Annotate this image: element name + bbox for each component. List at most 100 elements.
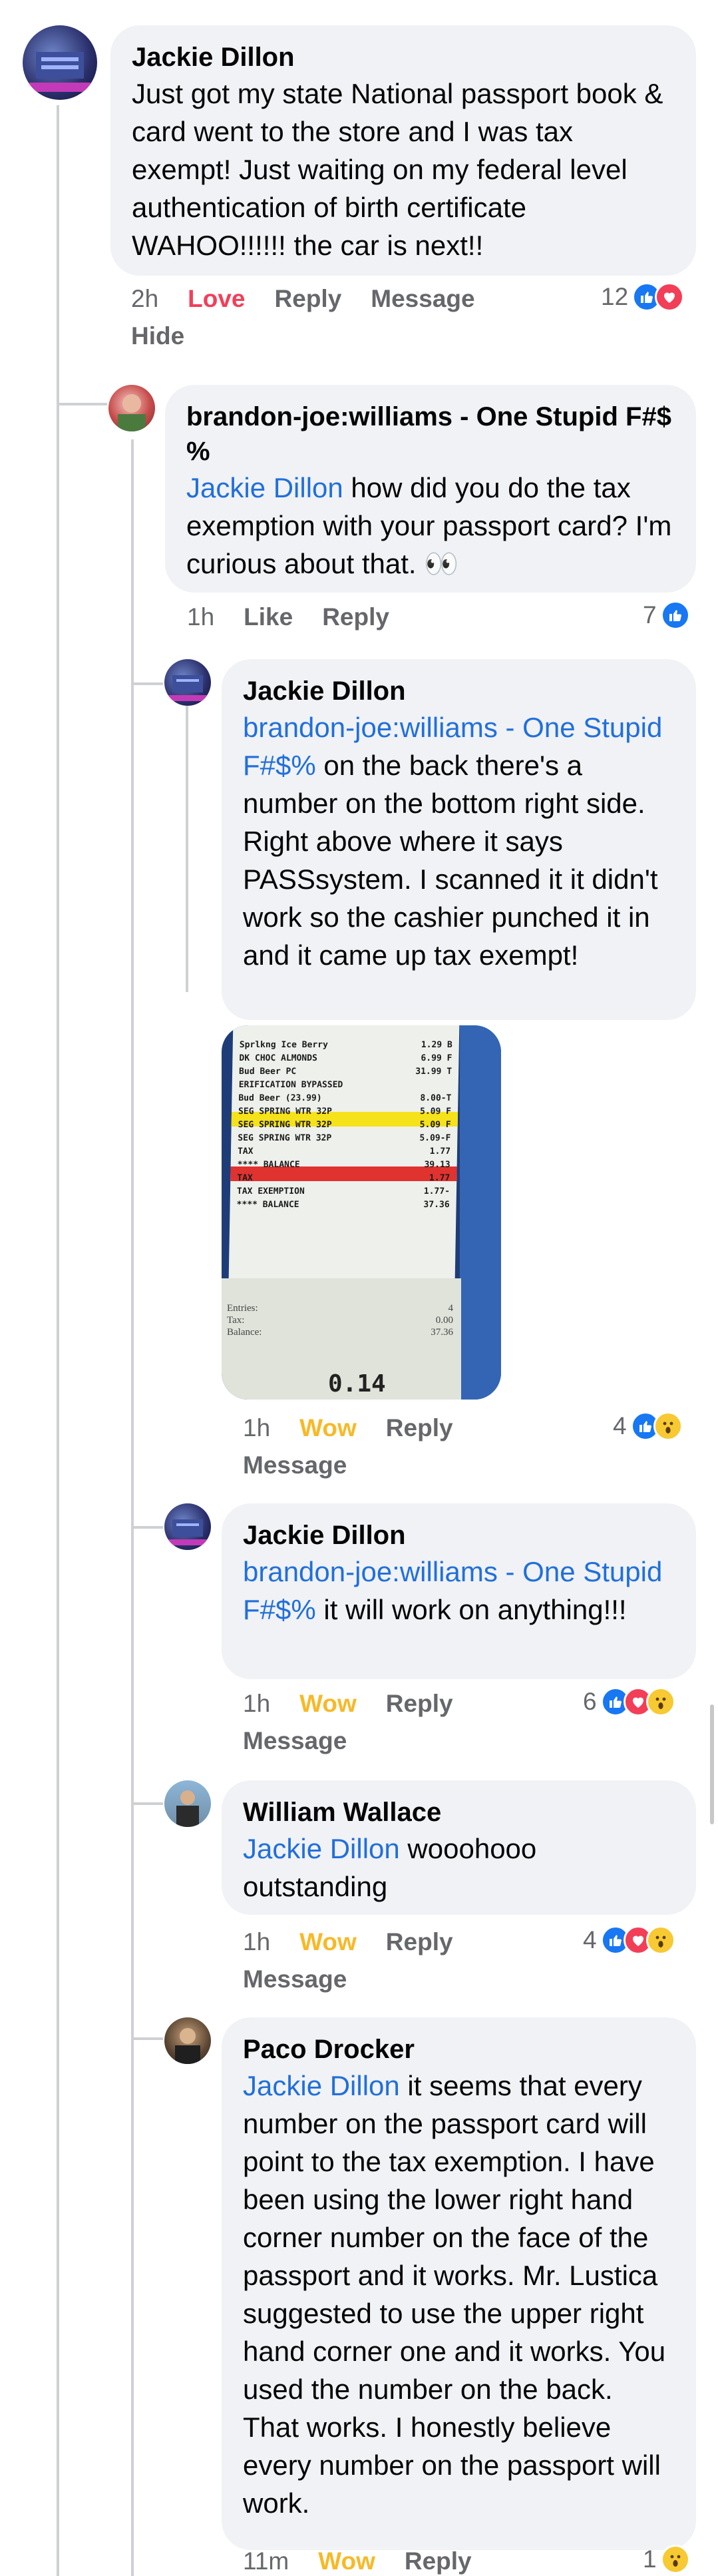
comment-text-body: it seems that every number on the passpo…: [243, 2070, 666, 2519]
comment-time[interactable]: 11m: [243, 2547, 289, 2575]
reaction-count: 12: [601, 283, 629, 310]
avatar-jackie-dillon[interactable]: [164, 1503, 211, 1550]
wow-face-icon: [645, 1687, 675, 1716]
thumbs-up-icon: [660, 601, 690, 630]
reply-button[interactable]: Reply: [386, 1690, 453, 1717]
summary-value: 4: [448, 1303, 454, 1314]
love-reaction-button[interactable]: Love: [188, 285, 245, 312]
receipt-line-item: TAX: [237, 1173, 253, 1183]
receipt-line-item: DK CHOC ALMONDS: [239, 1053, 317, 1063]
receipt-line-item: ERIFICATION BYPASSED: [238, 1080, 343, 1090]
reply-button[interactable]: Reply: [275, 285, 342, 312]
reaction-summary[interactable]: 4: [613, 1412, 683, 1441]
reply-button[interactable]: Reply: [386, 1414, 453, 1441]
comment-author[interactable]: Paco Drocker: [243, 2032, 675, 2067]
receipt-line-item: TAX EXEMPTION: [236, 1186, 305, 1196]
receipt-line-amount: 1.77: [429, 1147, 451, 1157]
comment-actions: 2h Love Reply Message: [131, 285, 504, 313]
receipt-line-amount: 5.09 F: [419, 1107, 452, 1117]
receipt-line: Bud Beer (23.99) 8.00-T: [238, 1092, 451, 1105]
comment-actions: 1h Wow Reply: [243, 1690, 482, 1718]
receipt-line-item: SEG SPRING WTR 32P: [238, 1107, 333, 1117]
comment-actions: 1h Like Reply: [187, 603, 419, 631]
hide-button[interactable]: Hide: [131, 322, 184, 350]
receipt-line: Sprlkng Ice Berry 1.29 B: [240, 1039, 452, 1052]
wow-reaction-button[interactable]: Wow: [299, 1414, 357, 1441]
receipt-line-amount: 1.77: [429, 1173, 450, 1183]
receipt-summary-line: Tax: 0.00: [227, 1314, 453, 1326]
comment-time[interactable]: 1h: [243, 1928, 270, 1955]
comment-author[interactable]: brandon-joe:williams - One Stupid F#$ %: [186, 399, 675, 469]
comment-text: brandon-joe:williams - One Stupid F#$% o…: [243, 708, 675, 974]
mention-link[interactable]: Jackie Dillon: [243, 1833, 400, 1864]
receipt-line: **** BALANCE 37.36: [236, 1198, 449, 1212]
wow-reaction-button[interactable]: Wow: [299, 1928, 357, 1955]
receipt-line-item: Sprlkng Ice Berry: [239, 1040, 328, 1050]
comment-author[interactable]: Jackie Dillon: [243, 674, 675, 708]
reaction-summary[interactable]: 4: [583, 1926, 675, 1955]
summary-value: 37.36: [431, 1327, 453, 1338]
comment-author[interactable]: Jackie Dillon: [132, 40, 675, 75]
comment-time[interactable]: 1h: [187, 603, 214, 631]
terminal-screen: Entries: 4 Tax: 0.00 Balance: 37.36 0.14: [222, 1278, 461, 1400]
comment-bubble: William Wallace Jackie Dillon wooohooo o…: [222, 1780, 696, 1915]
reaction-summary[interactable]: 7: [643, 601, 690, 630]
receipt-line: TAX 1.77: [237, 1172, 450, 1185]
terminal-display-value: 0.14: [328, 1370, 386, 1398]
receipt-line-amount: 8.00-T: [420, 1093, 452, 1103]
comment-text: Jackie Dillon wooohooo outstanding: [243, 1830, 675, 1906]
comment-time[interactable]: 1h: [243, 1414, 270, 1441]
avatar-william-wallace[interactable]: [164, 1780, 211, 1827]
avatar-jackie-dillon[interactable]: [23, 25, 97, 100]
message-button[interactable]: Message: [243, 1451, 347, 1479]
comment-actions: 1h Wow Reply: [243, 1414, 482, 1442]
wow-reaction-button[interactable]: Wow: [318, 2547, 375, 2575]
message-button[interactable]: Message: [243, 1727, 347, 1755]
avatar-jackie-dillon[interactable]: [164, 659, 211, 706]
like-button[interactable]: Like: [244, 603, 293, 631]
message-button[interactable]: Message: [371, 285, 474, 312]
scrollbar-thumb[interactable]: [710, 1704, 714, 1824]
terminal-frame: [460, 1025, 501, 1400]
comment-author[interactable]: Jackie Dillon: [243, 1518, 675, 1553]
summary-value: 0.00: [435, 1315, 453, 1326]
comment-actions: 11m Wow Reply: [243, 2547, 501, 2575]
comment-time[interactable]: 2h: [131, 285, 158, 312]
heart-icon: [655, 282, 685, 312]
mention-link[interactable]: Jackie Dillon: [186, 472, 343, 503]
thread-branch-reply2: [131, 682, 163, 685]
reaction-summary[interactable]: 1: [643, 2545, 690, 2574]
wow-face-icon: [653, 1412, 683, 1441]
comment-bubble: Jackie Dillon brandon-joe:williams - One…: [222, 1503, 696, 1679]
reply-button[interactable]: Reply: [386, 1928, 453, 1955]
receipt-line: TAX 1.77: [238, 1145, 450, 1159]
summary-label: Balance:: [227, 1327, 262, 1338]
comment-time[interactable]: 1h: [243, 1690, 270, 1717]
receipt-line-item: **** BALANCE: [236, 1200, 299, 1210]
thread-branch-reply3: [131, 1526, 163, 1529]
reply-button[interactable]: Reply: [322, 603, 389, 631]
comment-text: Just got my state National passport book…: [132, 78, 663, 261]
mention-link[interactable]: Jackie Dillon: [243, 2070, 400, 2101]
avatar-brandon-joe-williams[interactable]: [108, 385, 155, 431]
receipt-lines: Sprlkng Ice Berry 1.29 B DK CHOC ALMONDS 6.…: [236, 1039, 452, 1212]
receipt-photo[interactable]: Sprlkng Ice Berry 1.29 B DK CHOC ALMONDS 6.…: [222, 1025, 501, 1400]
avatar-paco-drocker[interactable]: [164, 2017, 211, 2064]
reply-button[interactable]: Reply: [405, 2547, 472, 2575]
comment-bubble: Paco Drocker Jackie Dillon it seems that…: [222, 2017, 696, 2550]
receipt-line-item: Bud Beer (23.99): [238, 1093, 322, 1103]
message-button[interactable]: Message: [243, 1965, 347, 1993]
reaction-count: 7: [643, 601, 657, 629]
receipt-line-amount: 1.77-: [423, 1186, 450, 1196]
thread-branch-reply4: [131, 1802, 163, 1805]
reaction-summary[interactable]: 6: [583, 1687, 675, 1716]
receipt-line: ERIFICATION BYPASSED: [239, 1079, 452, 1092]
wow-reaction-button[interactable]: Wow: [299, 1690, 357, 1717]
comment-text: brandon-joe:williams - One Stupid F#$% i…: [243, 1553, 675, 1629]
receipt-line-amount: 5.09 F: [419, 1120, 451, 1130]
comment-text-body: on the back there's a number on the bott…: [243, 750, 658, 971]
reaction-summary[interactable]: 12: [601, 282, 685, 312]
thread-branch-reply1: [57, 403, 107, 405]
comment-author[interactable]: William Wallace: [243, 1795, 675, 1830]
receipt-line-amount: 37.36: [423, 1200, 450, 1210]
